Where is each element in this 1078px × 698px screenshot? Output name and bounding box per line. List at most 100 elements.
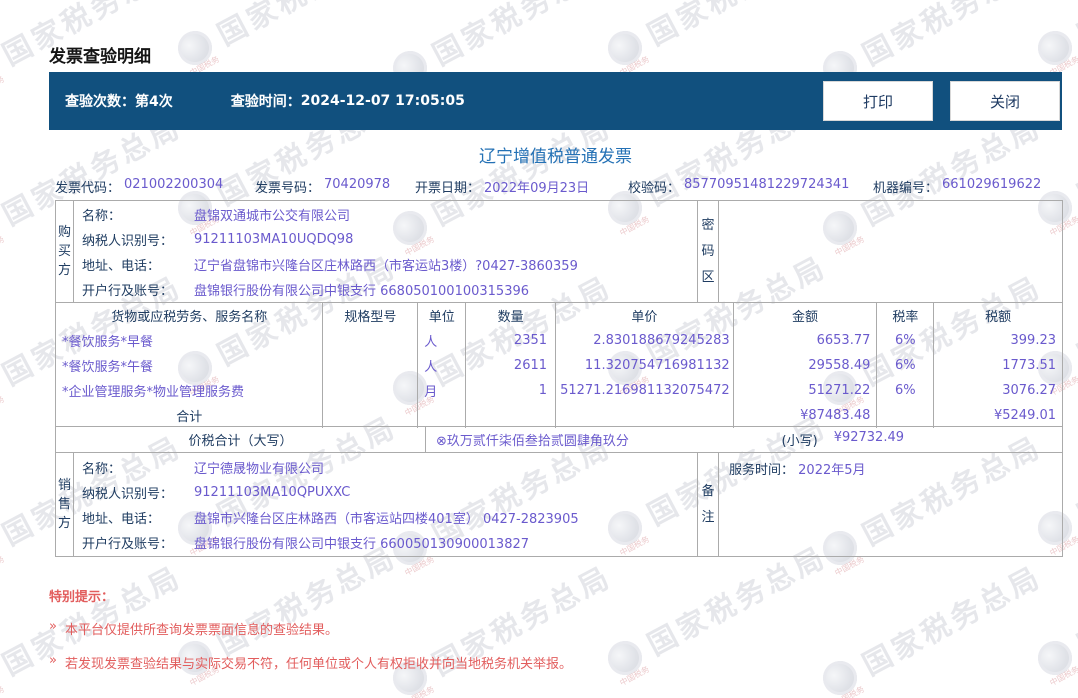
- seller-address-label: 地址、电话：: [82, 511, 161, 527]
- buyer-taxid-value: 91211103MA10UQDQ98: [194, 231, 354, 247]
- seller-section: 销售方 名称： 辽宁德晟物业有限公司 纳税人识别号： 91211103MA10Q…: [55, 452, 1063, 557]
- item-spec: [323, 378, 419, 403]
- close-button[interactable]: 关闭: [950, 81, 1060, 121]
- buyer-name-label: 名称：: [82, 208, 122, 224]
- col-header-rate: 税率: [877, 303, 935, 328]
- verify-count: 查验次数： 第4次: [65, 91, 173, 111]
- notice-text: 本平台仅提供所查询发票票面信息的查验结果。: [64, 623, 338, 638]
- col-header-price: 单价: [556, 303, 734, 328]
- item-row: *餐饮服务*午餐 人 2611 11.320754716981132 29558…: [56, 353, 1062, 378]
- bullet-icon: »: [49, 619, 57, 634]
- seller-name-value: 辽宁德晟物业有限公司: [194, 461, 325, 477]
- seller-taxid-label: 纳税人识别号：: [82, 486, 174, 502]
- buyer-side-label: 购买方: [56, 201, 74, 302]
- buyer-address-row: 地址、电话： 辽宁省盘锦市兴隆台区庄林路西（市客运站3楼）?0427-38603…: [74, 252, 697, 277]
- notice-item: » 本平台仅提供所查询发票票面信息的查验结果。: [49, 619, 572, 638]
- col-header-tax: 税额: [985, 310, 1012, 325]
- notice-item: » 若发现发票查验结果与实际交易不符，任何单位或个人有权拒收并向当地税务机关举报…: [49, 653, 572, 672]
- item-row: *企业管理服务*物业管理服务费 月 1 51271.21698113207547…: [56, 378, 1062, 403]
- special-notice: 特别提示： » 本平台仅提供所查询发票票面信息的查验结果。 » 若发现发票查验结…: [49, 586, 572, 687]
- invoice-number-value: 70420978: [324, 177, 391, 192]
- password-area-side-label: 密码区: [697, 201, 719, 302]
- item-amount: 51271.22: [734, 378, 878, 403]
- buyer-name-row: 名称： 盘锦双通城市公交有限公司: [74, 202, 697, 227]
- sum-lowercase-label: (小写): [781, 434, 818, 449]
- service-time-label: 服务时间：: [729, 463, 795, 478]
- seller-taxid-value: 91211103MA10QPUXXC: [194, 484, 351, 500]
- check-code-value: 85770951481229724341: [684, 177, 850, 192]
- col-header-spec: 规格型号: [323, 303, 419, 328]
- item-price: 51271.216981132075472: [556, 378, 734, 403]
- page-title: 发票查验明细: [49, 47, 151, 67]
- verify-count-value: 第4次: [135, 94, 173, 110]
- sum-content: ⊗玖万贰仟柒佰叁拾贰圆肆角玖分 (小写) ¥92732.49: [426, 430, 1062, 449]
- item-amount: 29558.49: [734, 353, 878, 378]
- password-area: [719, 201, 1062, 302]
- invoice-title: 辽宁增值税普通发票: [479, 147, 632, 167]
- seller-address-value: 盘锦市兴隆台区庄林路西（市客运站四楼401室） 0427-2823905: [194, 511, 579, 527]
- seller-name-row: 名称： 辽宁德晟物业有限公司: [74, 455, 697, 480]
- item-tax: 3076.27: [1002, 383, 1057, 398]
- item-rate: 6%: [877, 353, 935, 378]
- buyer-taxid-label: 纳税人识别号：: [82, 233, 174, 249]
- buyer-address-label: 地址、电话：: [82, 258, 161, 274]
- seller-bank-row: 开户行及账号： 盘锦银行股份有限公司中银支行 66005013090001382…: [74, 530, 697, 555]
- sum-uppercase-amount: ⊗玖万贰仟柒佰叁拾贰圆肆角玖分: [436, 434, 629, 449]
- invoice-date-label: 开票日期：: [415, 181, 481, 196]
- print-button[interactable]: 打印: [823, 81, 933, 121]
- item-qty: 1: [466, 378, 557, 403]
- invoice-code-label: 发票代码：: [55, 181, 121, 196]
- seller-taxid-row: 纳税人识别号： 91211103MA10QPUXXC: [74, 480, 697, 505]
- check-code-label: 校验码：: [628, 181, 681, 196]
- buyer-bank-label: 开户行及账号：: [82, 283, 174, 299]
- total-qty-empty: [466, 403, 557, 428]
- item-spec: [323, 353, 419, 378]
- total-rate-empty: [877, 403, 935, 428]
- buyer-bank-value: 盘锦银行股份有限公司中银支行 668050100100315396: [194, 283, 530, 299]
- item-price: 11.320754716981132: [556, 353, 734, 378]
- invoice-code-value: 021002200304: [124, 177, 224, 192]
- buyer-address-value: 辽宁省盘锦市兴隆台区庄林路西（市客运站3楼）?0427-3860359: [194, 258, 578, 274]
- machine-number-value: 661029619622: [942, 177, 1042, 192]
- verify-count-label: 查验次数：: [65, 94, 135, 110]
- item-name: *餐饮服务*午餐: [56, 353, 324, 378]
- item-price: 2.830188679245283: [556, 328, 734, 353]
- verification-header-bar: 查验次数： 第4次 查验时间： 2024-12-07 17:05:05 打印 关…: [49, 72, 1062, 130]
- item-unit: 月: [418, 378, 467, 403]
- buyer-taxid-row: 纳税人识别号： 91211103MA10UQDQ98: [74, 227, 697, 252]
- item-rate: 6%: [877, 378, 935, 403]
- items-section: 货物或应税劳务、服务名称 规格型号 单位 数量 单价 金额 税率 税额 *餐饮服…: [55, 302, 1063, 428]
- item-name: *企业管理服务*物业管理服务费: [56, 378, 324, 403]
- invoice-number: 发票号码： 70420978: [255, 177, 415, 196]
- item-qty: 2351: [466, 328, 557, 353]
- seller-bank-value: 盘锦银行股份有限公司中银支行 660050130900013827: [194, 536, 530, 552]
- total-spec-empty: [323, 403, 419, 428]
- machine-number-label: 机器编号：: [873, 181, 939, 196]
- sum-lowercase-group: (小写) ¥92732.49: [782, 430, 904, 449]
- items-total-row: 合计 ¥87483.48 ¥5249.01: [56, 403, 1062, 428]
- seller-side-label: 销售方: [56, 453, 74, 556]
- buyer-bank-row: 开户行及账号： 盘锦银行股份有限公司中银支行 66805010010031539…: [74, 277, 697, 302]
- item-amount: 6653.77: [734, 328, 878, 353]
- invoice-code: 发票代码： 021002200304: [55, 177, 255, 196]
- col-header-qty: 数量: [466, 303, 557, 328]
- item-tax: 399.23: [1010, 333, 1057, 348]
- buyer-section: 购买方 名称： 盘锦双通城市公交有限公司 纳税人识别号： 91211103MA1…: [55, 200, 1063, 303]
- buyer-name-value: 盘锦双通城市公交有限公司: [194, 208, 351, 224]
- verify-time: 查验时间： 2024-12-07 17:05:05: [231, 91, 465, 111]
- item-row: *餐饮服务*早餐 人 2351 2.830188679245283 6653.7…: [56, 328, 1062, 353]
- notice-text: 若发现发票查验结果与实际交易不符，任何单位或个人有权拒收并向当地税务机关举报。: [64, 657, 572, 672]
- invoice-date-value: 2022年09月23日: [484, 181, 590, 196]
- item-unit: 人: [418, 328, 467, 353]
- col-header-name: 货物或应税劳务、服务名称: [56, 303, 324, 328]
- item-tax: 1773.51: [1002, 358, 1057, 373]
- seller-fields: 名称： 辽宁德晟物业有限公司 纳税人识别号： 91211103MA10QPUXX…: [74, 453, 697, 556]
- total-tax: ¥5249.01: [993, 408, 1057, 423]
- remark-side-label: 备注: [697, 453, 719, 556]
- total-label: 合计: [56, 403, 324, 428]
- sum-label: 价税合计（大写）: [56, 427, 426, 452]
- item-spec: [323, 328, 419, 353]
- bullet-icon: »: [49, 653, 57, 668]
- invoice-number-label: 发票号码：: [255, 181, 321, 196]
- item-rate: 6%: [877, 328, 935, 353]
